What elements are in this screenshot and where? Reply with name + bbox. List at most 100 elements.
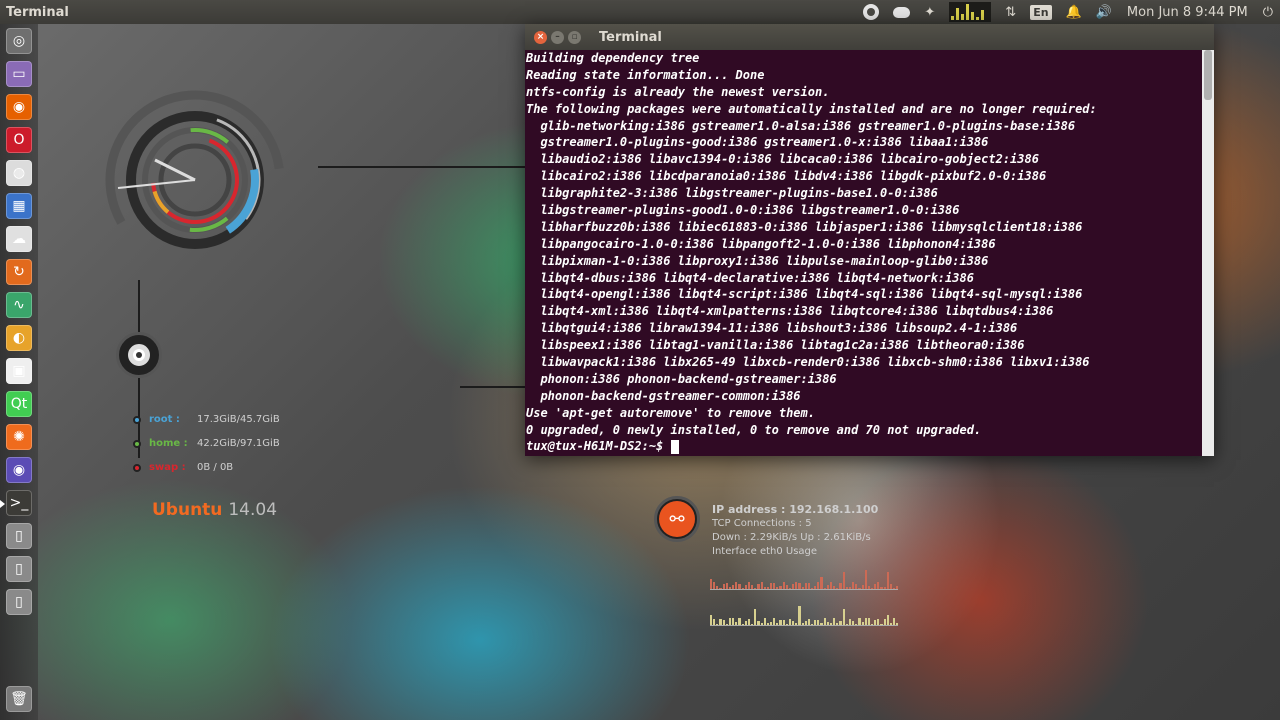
camera-indicator-icon[interactable] [856,0,886,24]
graph-bar [829,582,833,589]
graph-bar [839,583,842,589]
conky-clock-widget [105,90,285,270]
trash-icon: 🗑 [10,691,28,707]
graph-bar [836,623,839,625]
launcher-drive-1[interactable]: ▯ [6,523,32,549]
graph-bar [710,579,713,589]
graph-bar [877,582,880,589]
unity-launcher: ◎ ▭ ◉ O ◍ ▦ ☁ ↻ ∿ ◐ ▣ Qt ✺ ◉ >_ ▯ ▯ ▯ 🗑 [0,24,38,720]
launcher-system-monitor[interactable]: ∿ [6,292,32,318]
shell-prompt: tux@tux-H61M-DS2:~$ [526,439,671,454]
graph-bar [766,587,769,589]
share-icon: ⚯ [659,501,695,537]
network-share-button[interactable]: ⚯ [654,496,700,542]
power-icon[interactable]: ⏻ [1256,0,1280,24]
terminal-prompt-line[interactable]: tux@tux-H61M-DS2:~$ [526,438,1202,455]
launcher-apps-grid[interactable]: ▦ [6,193,32,219]
graph-bar [880,586,883,589]
graph-bar [785,584,788,589]
graph-bar [826,621,829,625]
disk-status-dot [133,463,141,472]
close-button[interactable]: × [534,30,547,44]
disk-usage-row: swap : 0B / 0B [133,462,233,473]
conky-disk-button[interactable] [116,332,162,378]
launcher-terminal[interactable]: >_ [0,490,32,516]
launcher-app-store[interactable]: ▣ [6,358,32,384]
graph-bar [725,582,728,589]
graph-bar [722,583,725,589]
launcher-opera[interactable]: O [6,127,32,153]
graph-bar [804,621,807,625]
launcher-cloud[interactable]: ☁ [6,226,32,252]
graph-bar [893,587,896,589]
volume-icon[interactable]: 🔊 [1089,0,1119,24]
graph-bar [785,623,788,625]
launcher-settings[interactable]: ✺ [6,424,32,450]
graph-bar [864,618,867,625]
graph-bar [889,583,893,589]
disk-label: root : [149,414,180,425]
drive-icon: ▯ [15,594,23,610]
graph-bar [870,587,874,589]
graph-bar [779,620,782,625]
clock[interactable]: Mon Jun 8 9:44 PM [1119,5,1256,20]
graph-bar [820,623,823,625]
graph-bar [867,618,870,625]
scrollbar-thumb[interactable] [1204,50,1212,100]
terminal-icon: >_ [9,495,29,511]
launcher-firefox[interactable]: ◉ [6,94,32,120]
terminal-line: ntfs-config is already the newest versio… [526,84,830,99]
graph-bar [889,623,893,625]
graph-bar [719,587,722,589]
folder-icon: ▭ [12,66,26,82]
graph-bar [858,587,861,589]
graph-bar [716,585,719,589]
graph-bar [883,587,886,589]
indicator-area: ✦ ⇅ En 🔔 🔊 Mon Jun 8 9:44 PM ⏻ [856,0,1280,24]
graph-bar [747,582,751,589]
disk-value: 0B / 0B [197,462,234,473]
terminal-line: glib-networking:i386 gstreamer1.0-alsa:i… [526,118,1076,133]
graph-bar [874,620,877,625]
terminal-line: Building dependency tree [526,51,700,65]
launcher-drive-3[interactable]: ▯ [6,589,32,615]
opera-icon: O [13,132,25,148]
terminal-scrollbar[interactable] [1202,50,1214,456]
minimize-button[interactable]: – [551,30,564,44]
graph-bar [811,623,814,625]
launcher-dash-home[interactable]: ◎ [6,28,32,54]
terminal-output[interactable]: Building dependency tree Reading state in… [525,50,1202,456]
graph-bar [757,620,760,625]
maximize-button[interactable]: ▫ [568,30,581,44]
graph-bar [760,623,763,625]
chrome-icon: ◍ [12,165,26,181]
terminal-window[interactable]: × – ▫ Terminal Building dependency tree R… [525,24,1214,456]
launcher-software-updater[interactable]: ↻ [6,259,32,285]
sun-icon: ✺ [13,429,25,445]
dropbox-icon[interactable]: ✦ [917,0,942,24]
system-load-indicator[interactable] [942,0,998,24]
graph-bar [744,620,747,625]
graph-bar [886,571,889,589]
keyboard-layout-indicator[interactable]: En [1023,0,1058,24]
graph-bar [769,621,773,625]
launcher-chrome[interactable]: ◍ [6,160,32,186]
graph-bar [754,587,757,589]
graph-bar [713,618,716,625]
network-transfer-icon[interactable]: ⇅ [998,0,1023,24]
connector-line [318,166,526,168]
launcher-sound[interactable]: ◐ [6,325,32,351]
graph-bar [732,584,735,589]
terminal-line: libcairo2:i386 libcdparanoia0:i386 libdv… [526,169,1047,184]
cloud-indicator-icon[interactable] [886,0,917,24]
launcher-drive-2[interactable]: ▯ [6,556,32,582]
graph-bar [716,623,719,625]
graph-bar [769,582,773,589]
graph-bar [855,584,858,589]
launcher-trash[interactable]: 🗑 [6,686,32,712]
launcher-webcam[interactable]: ◉ [6,457,32,483]
launcher-files[interactable]: ▭ [6,61,32,87]
notification-bell-icon[interactable]: 🔔 [1059,0,1089,24]
terminal-titlebar[interactable]: × – ▫ Terminal [525,24,1214,50]
launcher-qt-creator[interactable]: Qt [6,391,32,417]
